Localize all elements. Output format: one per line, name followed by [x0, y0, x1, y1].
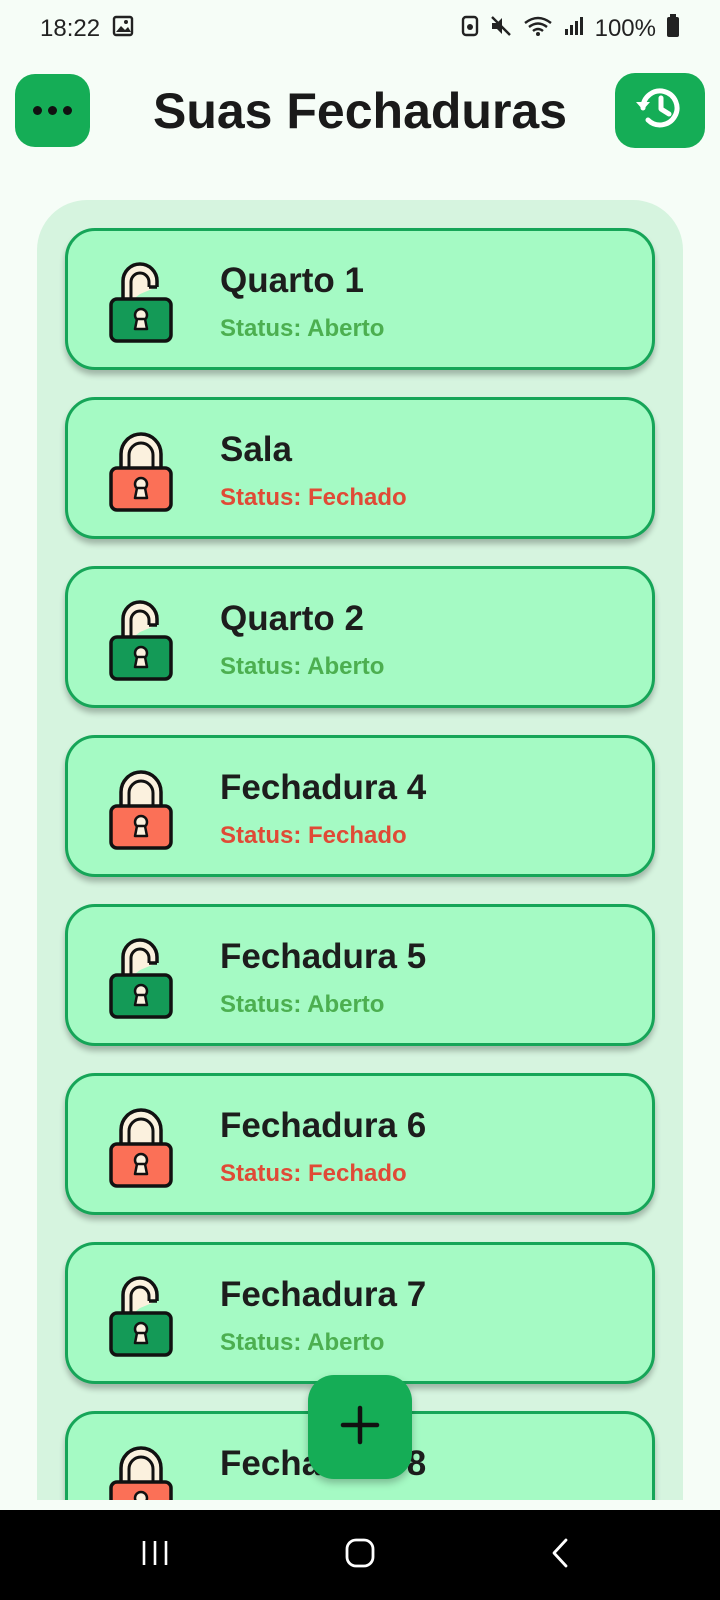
screen: 18:22 100% Suas Fechaduras Quarto 1 Stat… — [0, 0, 720, 1600]
lock-status: Status: Aberto — [220, 1329, 385, 1356]
home-button[interactable] — [315, 1510, 405, 1600]
back-button[interactable] — [515, 1510, 605, 1600]
unlocked-padlock-icon — [106, 1275, 176, 1357]
unlocked-padlock-icon — [106, 261, 176, 343]
lock-name: Fechadura 4 — [220, 768, 427, 807]
locks-list[interactable]: Quarto 1 Status: Aberto Sala Status: Fechad… — [37, 200, 683, 1500]
lock-card[interactable]: Quarto 1 Status: Aberto — [65, 228, 655, 370]
signal-icon — [563, 15, 585, 44]
plus-icon — [340, 1405, 380, 1450]
lock-name: Fechadura 7 — [220, 1275, 427, 1314]
lock-status: Status: Fechado — [220, 822, 407, 849]
lock-name: Quarto 1 — [220, 261, 364, 300]
locked-padlock-icon — [106, 430, 176, 512]
wifi-icon — [523, 15, 553, 44]
lock-card[interactable]: Fechadura 7 Status: Aberto — [65, 1242, 655, 1384]
lock-status: Status: Fechado — [220, 1160, 407, 1187]
lock-card[interactable]: Quarto 2 Status: Aberto — [65, 566, 655, 708]
lock-name: Quarto 2 — [220, 599, 364, 638]
lock-card[interactable]: Sala Status: Fechado — [65, 397, 655, 539]
recents-icon — [140, 1539, 170, 1572]
menu-button[interactable] — [15, 74, 90, 147]
navigation-bar — [0, 1510, 720, 1600]
home-icon — [344, 1537, 376, 1574]
status-bar: 18:22 100% — [0, 0, 720, 58]
lock-card[interactable]: Fechadura 4 Status: Fechado — [65, 735, 655, 877]
add-lock-button[interactable] — [308, 1375, 412, 1479]
more-horizontal-icon — [33, 106, 72, 115]
lock-name: Sala — [220, 430, 292, 469]
locked-padlock-icon — [106, 768, 176, 850]
locked-padlock-icon — [106, 1106, 176, 1188]
lock-status: Status: Aberto — [220, 315, 385, 342]
history-icon — [634, 82, 686, 139]
lock-status: Status: Aberto — [220, 653, 385, 680]
lock-name: Fechadura 6 — [220, 1106, 427, 1145]
back-icon — [549, 1537, 571, 1574]
page-title: Suas Fechaduras — [152, 83, 568, 139]
lock-status: Status: Aberto — [220, 991, 385, 1018]
recents-button[interactable] — [110, 1510, 200, 1600]
image-icon — [112, 15, 134, 44]
battery-icon — [666, 13, 680, 45]
lock-card[interactable]: Fechadura 6 Status: Fechado — [65, 1073, 655, 1215]
history-button[interactable] — [615, 73, 705, 148]
unlocked-padlock-icon — [106, 599, 176, 681]
cast-icon — [461, 15, 479, 44]
mute-icon — [489, 15, 513, 44]
battery-percent: 100% — [594, 15, 656, 42]
lock-name: Fechadura 5 — [220, 937, 427, 976]
status-time: 18:22 — [40, 15, 101, 42]
lock-status: Status: Fechado — [220, 484, 407, 511]
locked-padlock-icon — [106, 1444, 176, 1500]
unlocked-padlock-icon — [106, 937, 176, 1019]
lock-card[interactable]: Fechadura 5 Status: Aberto — [65, 904, 655, 1046]
